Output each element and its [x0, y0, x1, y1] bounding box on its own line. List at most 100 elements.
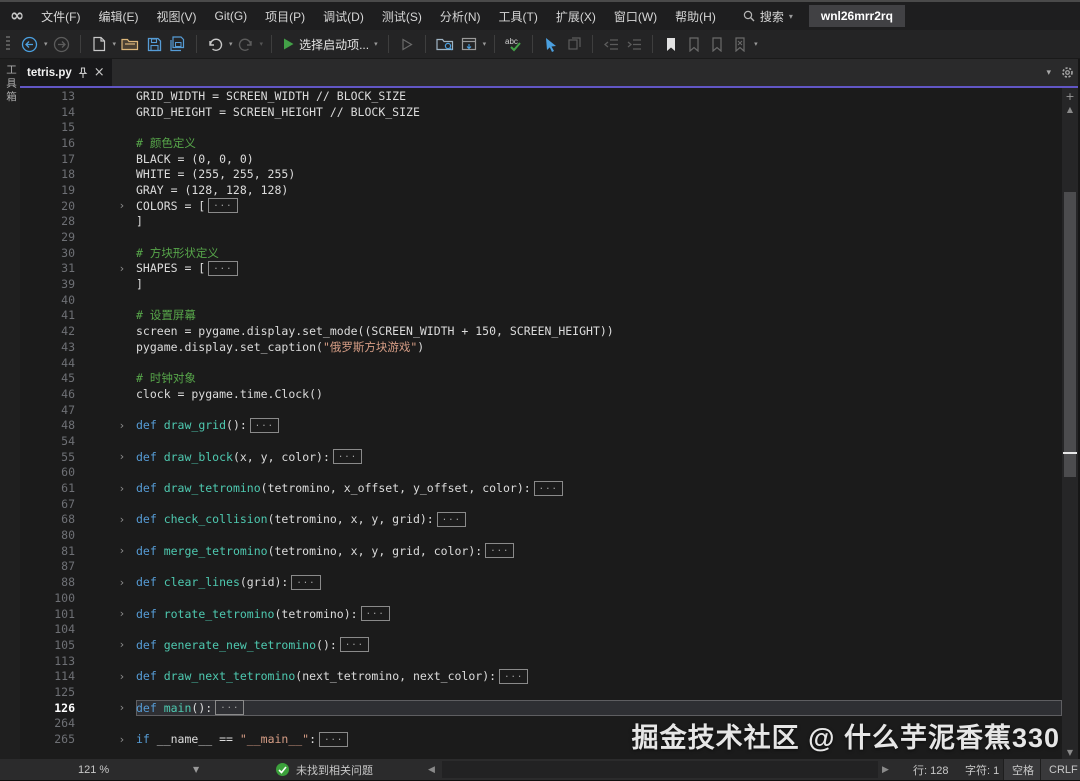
open-file-button[interactable] [119, 32, 141, 56]
zoom-dropdown-caret-icon[interactable]: ▼ [193, 759, 199, 780]
hscroll-left-icon[interactable]: ◀ [428, 759, 435, 780]
line-number: 39 [61, 277, 75, 292]
fold-chevron-icon[interactable]: › [113, 513, 131, 526]
zoom-level-dropdown[interactable]: 121 % [78, 759, 109, 780]
collapsed-region[interactable]: ... [208, 198, 238, 214]
status-line-ending[interactable]: CRLF [1040, 759, 1080, 780]
fold-chevron-icon[interactable]: › [113, 419, 131, 432]
start-debug-button[interactable]: 选择启动项... ▾ [280, 32, 380, 56]
horizontal-scrollbar-track[interactable] [442, 761, 878, 778]
fold-chevron-icon[interactable]: › [113, 607, 131, 620]
code-editor[interactable]: 13 GRID_WIDTH = SCREEN_WIDTH // BLOCK_SIZ… [20, 88, 1062, 759]
collapsed-region[interactable]: ... [436, 511, 466, 527]
search-control[interactable]: 搜索 ▾ [743, 8, 793, 25]
sidebar-item-toolbox[interactable]: 工具箱 [4, 64, 19, 105]
menubar-item[interactable]: 编辑(E) [90, 2, 148, 30]
health-check-icon [276, 763, 289, 776]
token: (x, y, color): [232, 449, 330, 464]
collapsed-region[interactable]: ... [360, 606, 390, 622]
fold-chevron-icon[interactable]: › [113, 701, 131, 714]
undo-button[interactable] [205, 32, 225, 56]
back-dropdown[interactable]: ▾ [44, 40, 48, 48]
status-line-number[interactable]: 行: 128 [913, 759, 948, 780]
menubar-item[interactable]: 工具(T) [490, 2, 547, 30]
navigate-forward-button[interactable] [51, 32, 72, 56]
fold-chevron-icon[interactable]: › [113, 262, 131, 275]
fold-chevron-icon[interactable]: › [113, 638, 131, 651]
collapsed-region[interactable]: ... [332, 449, 363, 465]
collapsed-region[interactable]: ... [533, 480, 563, 496]
menubar-item[interactable]: 测试(S) [373, 2, 431, 30]
collapsed-region[interactable]: ... [499, 668, 529, 684]
menubar-item[interactable]: 视图(V) [148, 2, 206, 30]
collapsed-region[interactable]: ... [319, 731, 349, 747]
fold-chevron-icon[interactable]: › [113, 544, 131, 557]
tab-tetris-py[interactable]: tetris.py × [20, 59, 112, 86]
collapsed-region[interactable]: ... [339, 637, 370, 653]
document-health-indicator[interactable]: 未找到相关问题 [276, 759, 373, 780]
new-file-dropdown[interactable]: ▾ [113, 40, 117, 48]
toolbar-grip[interactable] [6, 36, 10, 52]
preview-window-button[interactable] [459, 32, 479, 56]
fold-chevron-icon[interactable]: › [113, 482, 131, 495]
undo-dropdown[interactable]: ▾ [229, 40, 233, 48]
collapsed-region[interactable]: ... [208, 260, 238, 276]
collapsed-region[interactable]: ... [485, 543, 515, 559]
menubar-item[interactable]: 帮助(H) [666, 2, 725, 30]
decrease-indent-button[interactable] [601, 32, 621, 56]
scrollbar-thumb[interactable] [1064, 192, 1076, 477]
redo-dropdown[interactable]: ▾ [260, 40, 264, 48]
redo-button[interactable] [236, 32, 256, 56]
fold-chevron-icon[interactable]: › [113, 576, 131, 589]
collapsed-region[interactable]: ... [215, 700, 245, 716]
menubar-item[interactable]: 扩展(X) [547, 2, 605, 30]
code-line: 30 # 方块形状定义 [20, 245, 1062, 261]
line-number: 68 [61, 512, 75, 527]
solution-explorer-button[interactable] [434, 32, 456, 56]
menubar-item[interactable]: 分析(N) [431, 2, 490, 30]
save-all-button[interactable] [167, 32, 188, 56]
navigate-back-button[interactable] [19, 32, 40, 56]
spell-check-button[interactable]: abc [503, 32, 524, 56]
menubar-item[interactable]: 调试(D) [314, 2, 373, 30]
menubar: 文件(F) 编辑(E) 视图(V) Git(G) 项目(P) 调试(D) 测试(S) 分析(N… [32, 2, 725, 30]
toggle-bookmark-button[interactable] [661, 32, 681, 56]
status-column-number[interactable]: 字符: 1 [965, 759, 999, 780]
match-case-button[interactable] [564, 32, 584, 56]
scroll-down-icon[interactable]: ▼ [1062, 748, 1078, 757]
hscroll-right-icon[interactable]: ▶ [882, 759, 889, 780]
fold-chevron-icon[interactable]: › [113, 733, 131, 746]
fold-chevron-icon[interactable]: › [113, 199, 131, 212]
fold-chevron-icon[interactable]: › [113, 450, 131, 463]
token: def [136, 637, 164, 652]
navigate-cursor-button[interactable] [541, 32, 561, 56]
collapsed-region[interactable]: ... [291, 574, 321, 590]
run-without-debug-button[interactable] [397, 32, 417, 56]
fold-chevron-icon[interactable]: › [113, 670, 131, 683]
collapsed-region[interactable]: ... [249, 417, 280, 433]
menubar-item[interactable]: 窗口(W) [605, 2, 666, 30]
code-line: 40 [20, 292, 1062, 308]
preview-dropdown[interactable]: ▾ [483, 40, 487, 48]
next-bookmark-button[interactable] [707, 32, 727, 56]
gear-icon[interactable] [1061, 66, 1074, 79]
menubar-item[interactable]: 项目(P) [256, 2, 314, 30]
new-file-button[interactable] [89, 32, 109, 56]
close-icon[interactable]: × [94, 66, 105, 79]
status-indentation-mode[interactable]: 空格 [1003, 759, 1043, 780]
health-message: 未找到相关问题 [296, 764, 373, 777]
scroll-up-icon[interactable]: ▲ [1062, 105, 1078, 114]
menubar-item[interactable]: Git(G) [206, 2, 257, 30]
save-button[interactable] [144, 32, 164, 56]
prev-bookmark-button[interactable] [684, 32, 704, 56]
menubar-item[interactable]: 文件(F) [32, 2, 89, 30]
increase-indent-button[interactable] [624, 32, 644, 56]
code-line: 48 › def draw_grid ():... [20, 417, 1062, 433]
tab-list-dropdown-icon[interactable]: ▾ [1046, 68, 1051, 78]
pin-icon[interactable] [78, 66, 88, 79]
vertical-scrollbar[interactable]: + ▲ ▼ [1062, 88, 1078, 759]
clear-bookmarks-button[interactable] [730, 32, 750, 56]
split-handle-icon[interactable]: + [1062, 90, 1078, 103]
bookmark-dropdown[interactable]: ▾ [754, 40, 758, 48]
